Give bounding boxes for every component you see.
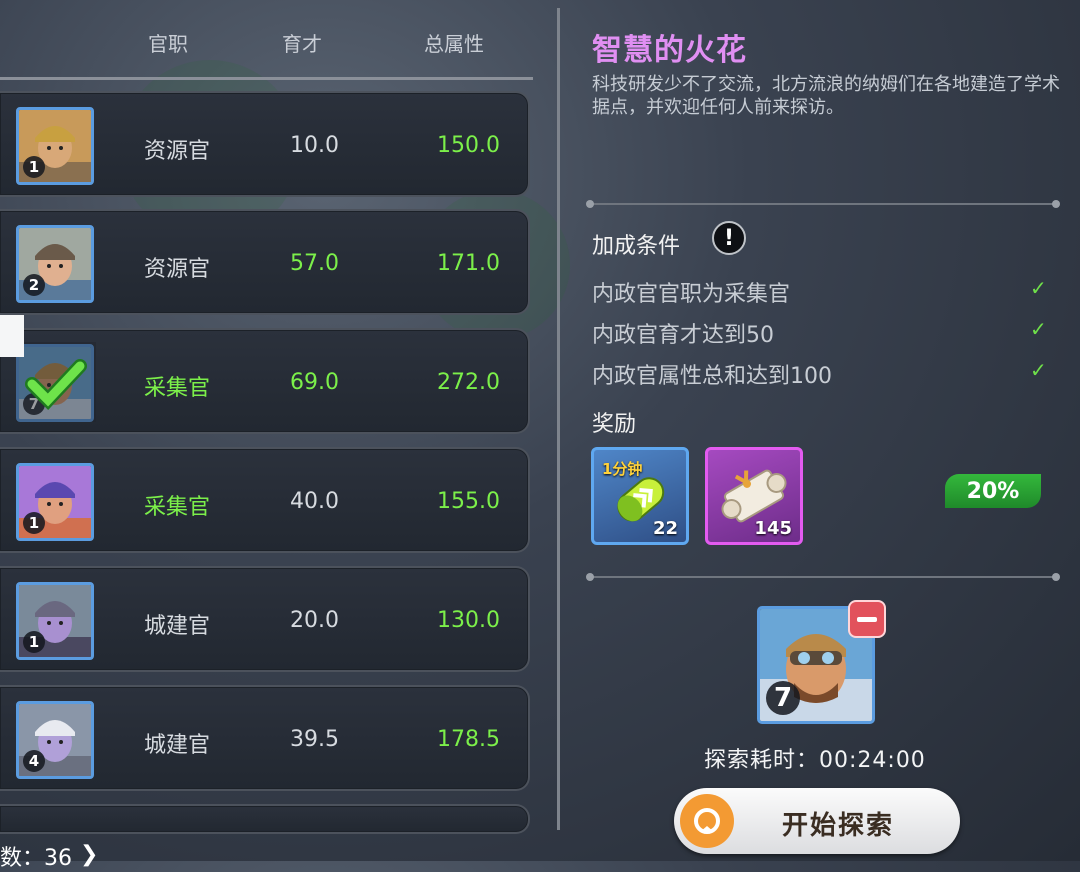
explore-time: 探索耗时：00:24:00 bbox=[704, 748, 926, 773]
check-icon: ✓ bbox=[1030, 276, 1047, 300]
scroll-marker bbox=[0, 315, 24, 357]
officer-level: 4 bbox=[23, 750, 45, 772]
officer-list: 官职 育才 总属性 1 资源官 10.0 150.0 2 资源官 57.0 17… bbox=[0, 0, 545, 871]
officer-row[interactable]: 1 城建官 20.0 130.0 bbox=[0, 566, 530, 672]
condition-item: 内政官官职为采集官 bbox=[592, 282, 791, 307]
reward-count: 22 bbox=[652, 518, 678, 539]
start-explore-button[interactable]: 开始探索 bbox=[674, 788, 960, 854]
officer-level: 1 bbox=[23, 156, 45, 178]
officer-total: 155.0 bbox=[437, 489, 500, 514]
expedition-title: 智慧的火花 bbox=[592, 33, 747, 68]
minus-icon bbox=[857, 616, 877, 622]
officer-talent: 20.0 bbox=[290, 608, 339, 633]
officer-total: 272.0 bbox=[437, 370, 500, 395]
rewards-title: 奖励 bbox=[592, 412, 637, 437]
officer-talent: 57.0 bbox=[290, 251, 339, 276]
officer-row[interactable]: 4 城建官 39.5 178.5 bbox=[0, 685, 530, 791]
officer-role: 资源官 bbox=[144, 139, 211, 164]
chevron-right-icon[interactable]: ❯ bbox=[80, 842, 98, 867]
officer-role: 资源官 bbox=[144, 257, 211, 282]
header-role: 官职 bbox=[148, 32, 188, 56]
officer-row[interactable]: 1 采集官 40.0 155.0 bbox=[0, 447, 530, 553]
reward-duration: 1分钟 bbox=[602, 460, 643, 478]
condition-item: 内政官属性总和达到100 bbox=[592, 364, 832, 389]
info-icon[interactable]: ! bbox=[712, 221, 746, 255]
officer-talent: 10.0 bbox=[290, 133, 339, 158]
expedition-description: 科技研发少不了交流，北方流浪的纳姆们在各地建造了学术据点，并欢迎任何人前来探访。 bbox=[592, 74, 1060, 118]
officer-role: 城建官 bbox=[144, 733, 211, 758]
officer-row[interactable]: 2 资源官 57.0 171.0 bbox=[0, 209, 530, 315]
officer-talent: 39.5 bbox=[290, 727, 339, 752]
officer-role: 城建官 bbox=[144, 614, 211, 639]
officer-role: 采集官 bbox=[144, 495, 211, 520]
header-talent: 育才 bbox=[282, 32, 322, 56]
officer-level: 7 bbox=[766, 681, 800, 715]
officer-count: 数：36 bbox=[0, 846, 72, 871]
officer-level: 1 bbox=[23, 512, 45, 534]
officer-row[interactable]: 7 采集官 69.0 272.0 bbox=[0, 328, 530, 434]
officer-level: 2 bbox=[23, 274, 45, 296]
officer-avatar: 1 bbox=[16, 582, 94, 660]
officer-talent: 69.0 bbox=[290, 370, 339, 395]
officer-avatar: 1 bbox=[16, 107, 94, 185]
officer-total: 171.0 bbox=[437, 251, 500, 276]
remove-officer-button[interactable] bbox=[848, 600, 886, 638]
reward-count: 145 bbox=[754, 518, 792, 539]
section-divider bbox=[586, 573, 1060, 581]
reward-scroll[interactable]: 145 bbox=[705, 447, 803, 545]
officer-avatar: 4 bbox=[16, 701, 94, 779]
officer-total: 178.5 bbox=[437, 727, 500, 752]
officer-total: 130.0 bbox=[437, 608, 500, 633]
check-icon: ✓ bbox=[1030, 317, 1047, 341]
officer-avatar: 2 bbox=[16, 225, 94, 303]
officer-row[interactable]: 1 资源官 10.0 150.0 bbox=[0, 91, 530, 197]
panel-divider bbox=[557, 8, 560, 830]
officer-row[interactable] bbox=[0, 804, 530, 834]
explore-icon bbox=[680, 794, 734, 848]
header-total: 总属性 bbox=[424, 32, 484, 56]
officer-role: 采集官 bbox=[144, 376, 211, 401]
officer-avatar: 1 bbox=[16, 463, 94, 541]
header-divider bbox=[0, 77, 533, 80]
officer-total: 150.0 bbox=[437, 133, 500, 158]
officer-level: 1 bbox=[23, 631, 45, 653]
selected-check-icon bbox=[16, 342, 96, 422]
reward-speedup[interactable]: 1分钟 22 bbox=[591, 447, 689, 545]
condition-item: 内政官育才达到50 bbox=[592, 323, 774, 348]
bonus-percent-badge: 20% bbox=[945, 474, 1041, 508]
conditions-title: 加成条件 bbox=[592, 234, 681, 259]
section-divider bbox=[586, 200, 1060, 208]
officer-talent: 40.0 bbox=[290, 489, 339, 514]
start-explore-label: 开始探索 bbox=[782, 811, 895, 841]
check-icon: ✓ bbox=[1030, 358, 1047, 382]
